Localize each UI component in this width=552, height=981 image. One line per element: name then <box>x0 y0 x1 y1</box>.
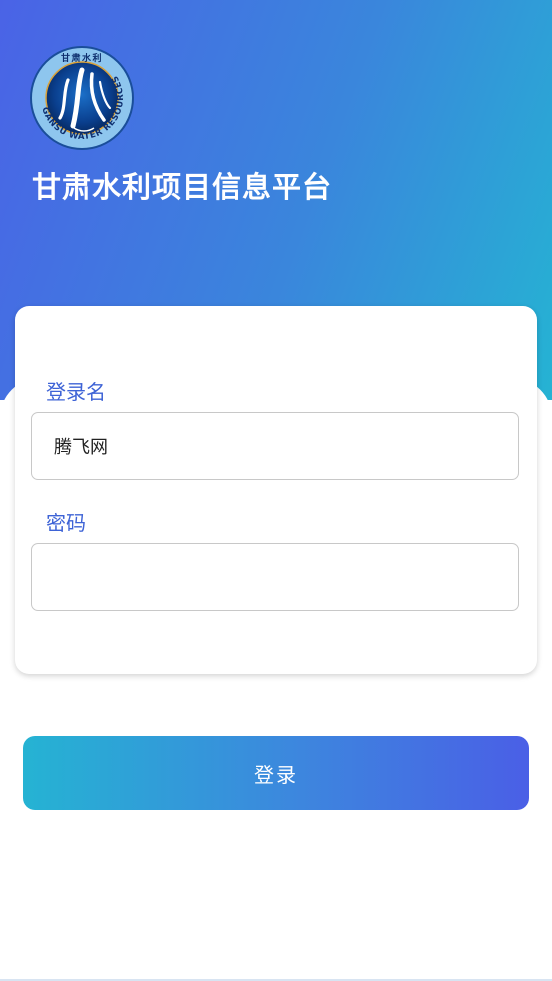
password-field-container[interactable] <box>31 543 519 611</box>
username-field-container[interactable] <box>31 412 519 480</box>
svg-text:甘肃水利: 甘肃水利 <box>61 52 103 64</box>
password-input[interactable] <box>54 544 494 610</box>
login-card: 登录名 密码 <box>15 306 537 674</box>
gansu-water-logo-icon: GANSU WATER RESOURCES 甘肃水利 <box>30 46 134 150</box>
password-label: 密码 <box>46 511 86 535</box>
page-title: 甘肃水利项目信息平台 <box>32 170 333 204</box>
login-button[interactable]: 登录 <box>23 736 529 810</box>
login-screen: GANSU WATER RESOURCES 甘肃水利 甘肃水利项目信息平台 登录… <box>0 0 552 981</box>
username-input[interactable] <box>54 413 494 479</box>
username-label: 登录名 <box>46 380 106 404</box>
